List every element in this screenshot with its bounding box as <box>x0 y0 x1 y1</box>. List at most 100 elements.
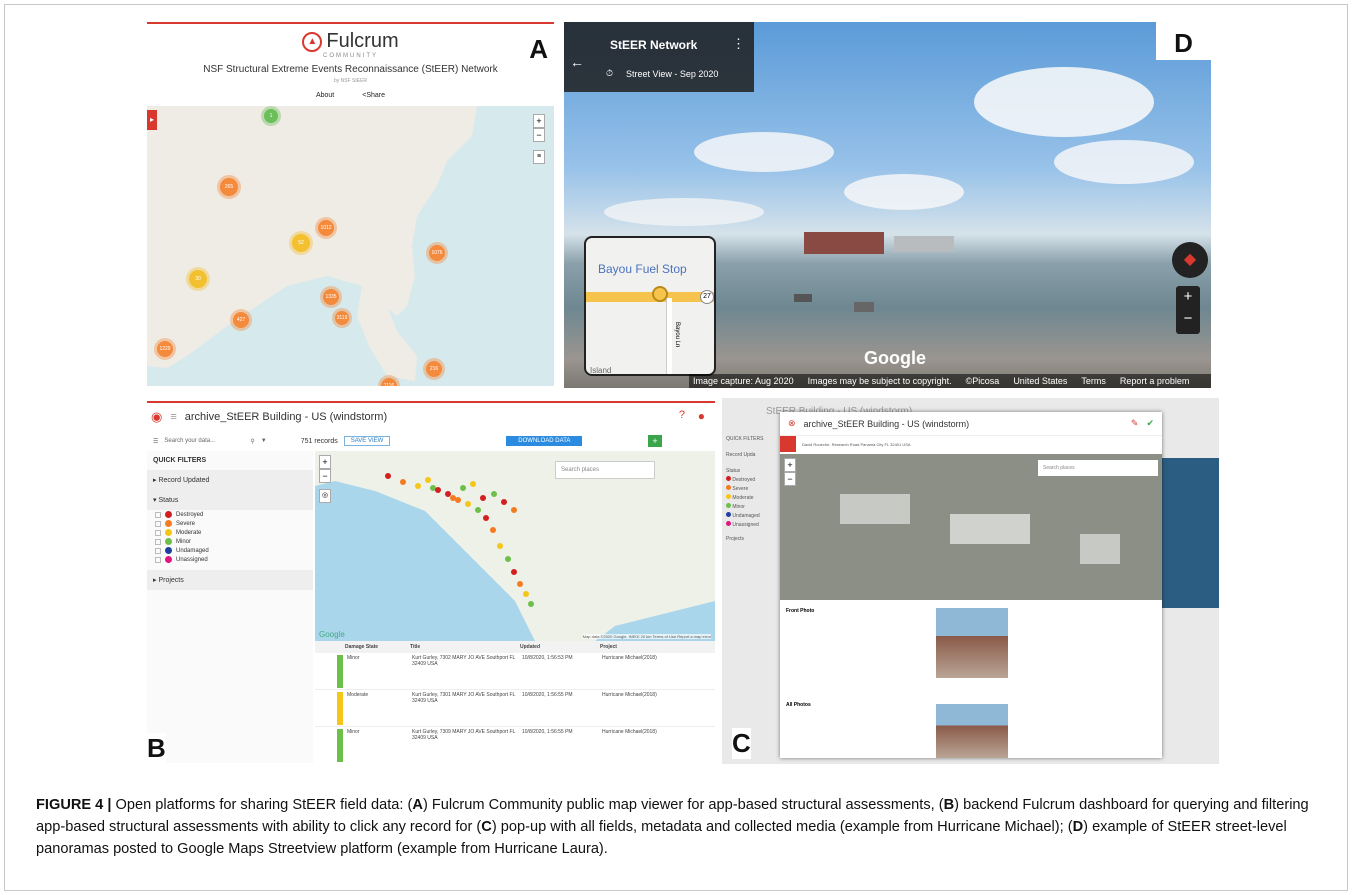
record-marker[interactable] <box>400 479 406 485</box>
timeline-icon[interactable]: ⏱ <box>606 68 613 79</box>
checkbox[interactable] <box>155 556 161 563</box>
table-cell: 10/8/2020, 1:56:55 PM <box>522 729 573 735</box>
column-header[interactable]: Title <box>410 644 520 650</box>
close-icon[interactable]: ⊗ <box>788 418 796 429</box>
record-marker[interactable] <box>511 507 517 513</box>
table-row[interactable]: Moderate Kurt Gurley, 7301 MARY JO AVE So… <box>315 690 715 727</box>
record-marker[interactable] <box>501 499 507 505</box>
record-marker[interactable] <box>528 601 534 607</box>
panel-d-streetview[interactable]: ← StEER Network ⋮ ⏱ Street View - Sep 20… <box>564 22 1211 388</box>
record-marker[interactable] <box>505 556 511 562</box>
record-marker[interactable] <box>470 481 476 487</box>
checkbox[interactable] <box>155 520 161 527</box>
locate-icon[interactable]: ◎ <box>319 489 331 503</box>
status-option[interactable]: Undamaged <box>147 546 313 555</box>
status-option[interactable]: Minor <box>147 537 313 546</box>
zoom-in-button[interactable]: + <box>784 458 796 472</box>
cluster-marker[interactable]: 52 <box>292 234 310 252</box>
status-option[interactable]: Moderate <box>147 528 313 537</box>
list-icon[interactable]: ☰ <box>153 438 158 445</box>
checkbox[interactable] <box>155 511 161 518</box>
record-marker[interactable] <box>497 543 503 549</box>
search-input[interactable]: Search your data... <box>164 438 244 444</box>
cluster-marker[interactable]: 1335 <box>323 289 339 305</box>
column-header[interactable]: Updated <box>520 644 600 650</box>
add-record-button[interactable]: + <box>648 435 662 447</box>
layers-icon[interactable]: ≡ <box>533 150 545 164</box>
edit-icon[interactable]: ✎ <box>1131 418 1139 429</box>
record-marker[interactable] <box>415 483 421 489</box>
checkbox[interactable] <box>155 529 161 536</box>
zoom-in-button[interactable]: + <box>533 114 545 128</box>
status-filter[interactable]: ▾ Status <box>147 490 313 510</box>
table-row[interactable]: Minor Kurt Gurley, 7302 MARY JO AVE South… <box>315 653 715 690</box>
status-option[interactable]: Severe <box>147 519 313 528</box>
status-dot <box>165 538 172 545</box>
cluster-marker[interactable]: 265 <box>220 178 238 196</box>
record-marker[interactable] <box>523 591 529 597</box>
record-marker[interactable] <box>483 515 489 521</box>
record-marker[interactable] <box>491 491 497 497</box>
save-view-button[interactable]: SAVE VIEW <box>343 436 391 446</box>
share-button[interactable]: <Share <box>357 90 390 101</box>
cluster-marker[interactable]: 3119 <box>335 311 349 325</box>
gallery-photo[interactable] <box>936 704 1008 758</box>
record-marker[interactable] <box>450 495 456 501</box>
checkbox[interactable] <box>155 547 161 554</box>
cluster-marker[interactable]: 1 <box>264 109 278 123</box>
front-photo[interactable] <box>936 608 1008 678</box>
report-problem-link[interactable]: Report a problem <box>1120 376 1190 386</box>
zoom-out-button[interactable]: − <box>533 128 545 142</box>
back-arrow-icon[interactable]: ← <box>570 54 584 70</box>
table-row[interactable]: Minor Kurt Gurley, 7309 MARY JO AVE South… <box>315 727 715 763</box>
record-marker[interactable] <box>460 485 466 491</box>
status-option[interactable]: Unassigned <box>147 555 313 564</box>
checkbox[interactable] <box>155 538 161 545</box>
records-map[interactable]: + − ◎ Search places Google Map data ©202… <box>315 451 715 641</box>
search-icon[interactable]: ⚲ <box>250 438 254 445</box>
cluster-marker[interactable]: 427 <box>233 312 249 328</box>
record-marker[interactable] <box>475 507 481 513</box>
streetview-zoom[interactable]: + − <box>1176 286 1200 334</box>
zoom-out-button[interactable]: − <box>784 472 796 486</box>
record-updated-label: Record Upda <box>726 452 756 458</box>
user-avatar[interactable]: ● <box>698 409 705 423</box>
record-marker[interactable] <box>385 473 391 479</box>
check-icon[interactable]: ✔ <box>1146 418 1154 429</box>
about-button[interactable]: About <box>311 90 339 101</box>
search-places-input[interactable]: Search places <box>1038 460 1158 476</box>
column-header[interactable]: Damage State <box>345 644 410 650</box>
record-marker[interactable] <box>490 527 496 533</box>
cluster-marker[interactable]: 1076 <box>429 245 445 261</box>
sidebar-toggle-icon[interactable]: ▸ <box>147 110 157 130</box>
cluster-map[interactable]: 1 265 1012 52 1076 30 1335 3119 427 1229… <box>147 106 554 386</box>
column-header[interactable]: Project <box>600 644 680 650</box>
menu-icon[interactable]: ≡ <box>170 411 176 423</box>
record-marker[interactable] <box>465 501 471 507</box>
cluster-marker[interactable]: 30 <box>189 270 207 288</box>
record-marker[interactable] <box>425 477 431 483</box>
background-status-option: Destroyed <box>726 476 774 483</box>
zoom-out-button[interactable]: − <box>319 469 331 483</box>
satellite-map[interactable]: Search places + − <box>780 454 1162 600</box>
status-option[interactable]: Destroyed <box>147 510 313 519</box>
projects-filter[interactable]: ▸ Projects <box>147 570 313 590</box>
mini-map[interactable]: Bayou Fuel Stop 27 Bayou Ln Island <box>584 236 716 376</box>
terms-link[interactable]: Terms <box>1081 376 1106 386</box>
zoom-in-button[interactable]: + <box>319 455 331 469</box>
record-marker[interactable] <box>435 487 441 493</box>
search-places-input[interactable]: Search places <box>555 461 655 479</box>
cluster-marker[interactable]: 1229 <box>157 341 173 357</box>
cluster-marker[interactable]: 216 <box>426 361 442 377</box>
record-marker[interactable] <box>480 495 486 501</box>
more-options-icon[interactable]: ⋮ <box>732 36 745 52</box>
record-marker[interactable] <box>517 581 523 587</box>
app-title[interactable]: archive_StEER Building - US (windstorm) <box>185 411 387 423</box>
help-icon[interactable]: ? <box>679 409 685 421</box>
filter-icon[interactable]: ▼ <box>261 438 267 444</box>
record-updated-filter[interactable]: ▸ Record Updated <box>147 470 313 490</box>
download-data-button[interactable]: DOWNLOAD DATA <box>506 436 583 446</box>
cluster-marker[interactable]: 1012 <box>318 220 334 236</box>
compass-icon[interactable]: ◆ <box>1172 242 1208 278</box>
record-marker[interactable] <box>511 569 517 575</box>
